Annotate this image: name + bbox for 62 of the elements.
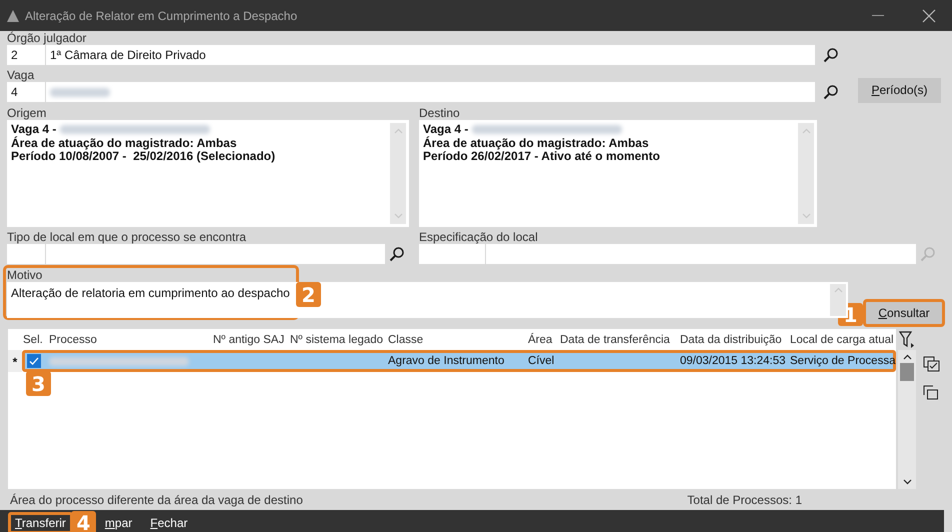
close-icon[interactable] xyxy=(922,8,936,22)
column-header[interactable]: Área xyxy=(528,334,552,346)
text-area[interactable]: Alteração de relatoria em cumprimento ao despacho 2 xyxy=(7,282,848,318)
input-field[interactable] xyxy=(7,244,45,264)
filter-icon[interactable] xyxy=(899,331,915,349)
table-cell: Cível xyxy=(528,355,554,367)
status-message: Área do processo diferente da área da vaga de destino xyxy=(10,493,303,507)
search-icon[interactable] xyxy=(389,246,405,262)
column-header[interactable]: Processo xyxy=(49,334,97,346)
column-header[interactable]: Nº antigo SAJ xyxy=(213,334,284,346)
input-field[interactable]: 1ª Câmara de Direito Privado xyxy=(46,45,815,65)
field-label: Tipo de local em que o processo se encontra xyxy=(7,231,246,244)
field-label: Vaga xyxy=(7,69,34,82)
checkbox[interactable] xyxy=(27,354,41,368)
footer-button[interactable]: Fechar xyxy=(141,512,197,532)
chevron-down-icon[interactable] xyxy=(902,479,912,485)
text-line: Período 10/08/2007 - 25/02/2016 (Selecionado) xyxy=(11,150,276,164)
search-icon[interactable] xyxy=(822,47,838,63)
minimize-icon[interactable] xyxy=(872,14,884,16)
periods-button[interactable]: Período(s) xyxy=(858,78,941,102)
input-field[interactable]: 4 xyxy=(7,82,45,102)
scroll-thumb[interactable] xyxy=(900,363,914,381)
text-line: Período 26/02/2017 - Ativo até o momento xyxy=(423,150,661,164)
chevron-up-icon[interactable] xyxy=(902,354,912,360)
text-value: Alteração de relatoria em cumprimento ao despacho xyxy=(11,286,290,300)
field-label: Especificação do local xyxy=(419,231,538,244)
text-area[interactable]: Vaga 4 - Área de atuação do magistrado: Ambas Período 26/02/2017 - Ativo até o momento xyxy=(419,120,817,227)
consult-button[interactable]: Consultar xyxy=(863,299,945,327)
field-label: Origem xyxy=(7,107,46,120)
scrollbar[interactable] xyxy=(898,350,916,489)
window-title: Alteração de Relator em Cumprimento a Despacho xyxy=(25,8,298,22)
column-header[interactable]: Sel. xyxy=(23,334,43,346)
app-logo-icon xyxy=(6,8,20,22)
text-line: Área de atuação do magistrado: Ambas xyxy=(423,136,650,150)
callout-badge: 4 xyxy=(70,511,96,532)
text-line: Vaga 4 - xyxy=(423,123,794,136)
callout-badge: 3 xyxy=(26,371,51,396)
input-field[interactable] xyxy=(46,244,385,264)
input-field[interactable]: 2 xyxy=(7,45,45,65)
row-marker: * xyxy=(8,350,22,372)
column-header[interactable]: Data da distribuição xyxy=(680,334,782,346)
checklist-icon[interactable] xyxy=(922,356,940,372)
table-cell: Agravo de Instrumento xyxy=(388,355,504,367)
field-label: Motivo xyxy=(7,269,42,282)
callout-badge: 2 xyxy=(296,282,321,307)
text-area[interactable]: Vaga 4 - Área de atuação do magistrado: Ambas Período 10/08/2007 - 25/02/2016 (Selecionado) xyxy=(7,120,409,227)
column-header[interactable]: Nº sistema legado xyxy=(290,334,384,346)
footer-button[interactable]: mpar xyxy=(96,512,142,532)
input-field[interactable] xyxy=(46,82,815,102)
field-label: Órgão julgador xyxy=(7,32,86,45)
column-header[interactable]: Data de transferência xyxy=(560,334,670,346)
table-cell: 09/03/2015 13:24:53 xyxy=(680,355,786,367)
text-line: Vaga 4 - xyxy=(11,123,386,136)
column-header[interactable]: Classe xyxy=(388,334,424,346)
input-field[interactable] xyxy=(419,244,485,264)
field-label: Destino xyxy=(419,107,460,120)
copy-icon[interactable] xyxy=(922,385,940,401)
input-field[interactable] xyxy=(486,244,916,264)
search-icon[interactable] xyxy=(822,84,838,100)
text-line: Área de atuação do magistrado: Ambas xyxy=(11,136,238,150)
total-count: Total de Processos: 1 xyxy=(687,493,802,507)
column-header[interactable]: Local de carga atual xyxy=(790,334,894,346)
